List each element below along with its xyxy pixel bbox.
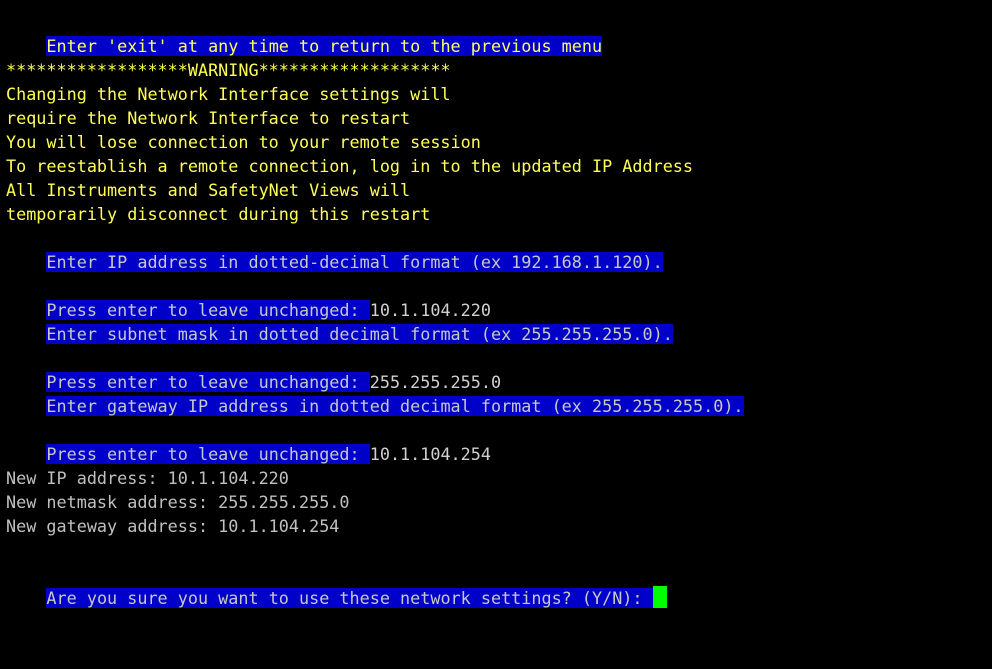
summary-ip: New IP address: 10.1.104.220 <box>6 468 289 488</box>
gateway-current-value: 10.1.104.254 <box>369 444 491 465</box>
warning-line: temporarily disconnect during this resta… <box>6 204 431 224</box>
warning-line: To reestablish a remote connection, log … <box>6 156 694 176</box>
confirm-input-line[interactable]: Are you sure you want to use these netwo… <box>6 562 667 609</box>
text-cursor[interactable] <box>652 586 667 609</box>
summary-gateway: New gateway address: 10.1.104.254 <box>6 516 340 536</box>
summary-netmask: New netmask address: 255.255.255.0 <box>6 492 350 512</box>
gateway-input-line[interactable]: Press enter to leave unchanged: 10.1.104… <box>6 418 491 465</box>
subnet-input-line[interactable]: Press enter to leave unchanged: 255.255.… <box>6 346 501 393</box>
warning-line: Changing the Network Interface settings … <box>6 84 451 104</box>
ip-input-line[interactable]: Press enter to leave unchanged: 10.1.104… <box>6 274 491 321</box>
gateway-leave-prompt: Press enter to leave unchanged: <box>46 444 370 465</box>
warning-line: require the Network Interface to restart <box>6 108 411 128</box>
gateway-format-prompt: Enter gateway IP address in dotted decim… <box>46 396 744 417</box>
subnet-format-prompt: Enter subnet mask in dotted decimal form… <box>46 324 673 345</box>
warning-line: You will lose connection to your remote … <box>6 132 481 152</box>
gateway-format-prompt-line: Enter gateway IP address in dotted decim… <box>6 370 744 417</box>
terminal-window[interactable]: Enter 'exit' at any time to return to th… <box>0 0 992 669</box>
subnet-format-prompt-line: Enter subnet mask in dotted decimal form… <box>6 298 673 345</box>
ip-format-prompt: Enter IP address in dotted-decimal forma… <box>46 252 663 273</box>
warning-line: All Instruments and SafetyNet Views will <box>6 180 411 200</box>
header-line: Enter 'exit' at any time to return to th… <box>6 10 603 57</box>
warning-banner: ******************WARNING***************… <box>6 60 451 80</box>
confirm-prompt: Are you sure you want to use these netwo… <box>46 588 653 609</box>
exit-instruction: Enter 'exit' at any time to return to th… <box>46 36 603 57</box>
ip-format-prompt-line: Enter IP address in dotted-decimal forma… <box>6 226 663 273</box>
